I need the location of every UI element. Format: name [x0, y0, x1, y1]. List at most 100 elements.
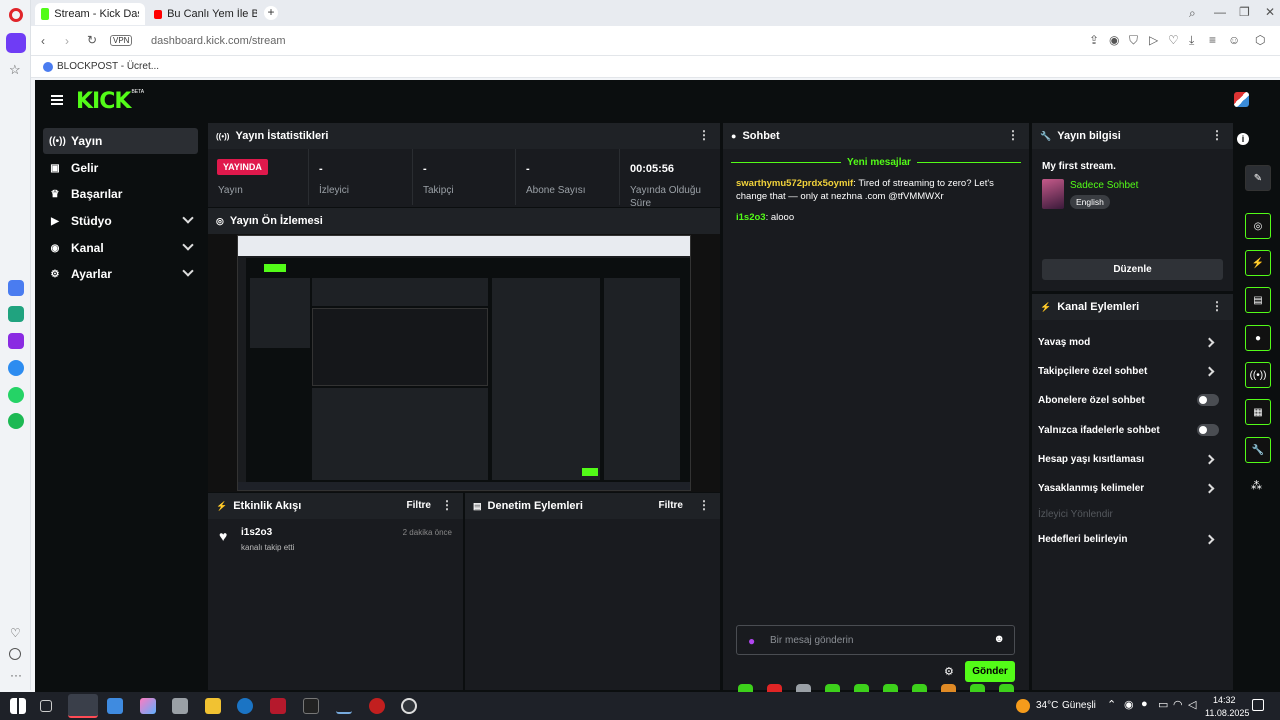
url-field[interactable]: dashboard.kick.com/stream	[151, 35, 286, 47]
sidebar-item-basarilar[interactable]: ♛ Başarılar	[43, 181, 198, 207]
emoji-icon[interactable]: ☻	[993, 633, 1005, 645]
share-icon[interactable]: ⇪	[1089, 34, 1099, 46]
obs-icon[interactable]	[401, 698, 417, 714]
stream-info-toggle-button[interactable]: 🔧	[1245, 437, 1271, 463]
chat-username[interactable]: swarthymu572prdx5oymif	[736, 178, 853, 189]
action-goals[interactable]: Hedefleri belirleyin	[1038, 527, 1223, 551]
tray-mic-icon[interactable]: ●	[1141, 698, 1148, 710]
weather-icon[interactable]	[1016, 699, 1030, 713]
menu-icon[interactable]: ≡	[1209, 34, 1216, 46]
opera-logo-icon[interactable]	[9, 8, 23, 22]
new-tab-button[interactable]: +	[264, 6, 278, 20]
action-emote-only[interactable]: Yalnızca ifadelerle sohbet	[1038, 418, 1223, 442]
weather-temp[interactable]: 34°C	[1036, 700, 1058, 711]
reload-icon[interactable]: ↻	[87, 34, 97, 46]
tray-chevron-icon[interactable]: ⌃	[1107, 698, 1116, 711]
app-icon[interactable]	[369, 698, 385, 714]
app-icon[interactable]	[172, 698, 188, 714]
profile-icon[interactable]: ☺	[1228, 34, 1240, 46]
steam-icon[interactable]	[237, 698, 253, 714]
workspace-icon[interactable]	[6, 33, 26, 53]
whatsapp-icon[interactable]	[8, 387, 24, 403]
actions-toggle-button[interactable]: ▦	[1245, 399, 1271, 425]
sidebar-item-ayarlar[interactable]: ⚙ Ayarlar	[43, 261, 198, 287]
edit-layout-button[interactable]: ✎	[1245, 165, 1271, 191]
messenger-icon[interactable]	[8, 360, 24, 376]
action-followers-only[interactable]: Takipçilere özel sohbet	[1038, 359, 1223, 383]
category-name[interactable]: Sadece Sohbet	[1070, 180, 1138, 191]
sidebar-item-yayin[interactable]: ((•)) Yayın	[43, 128, 198, 154]
tray-camera-icon[interactable]: ◉	[1124, 698, 1134, 711]
sidebar-item-studyo[interactable]: ▶ Stüdyo	[43, 208, 198, 234]
play-icon[interactable]: ▷	[1149, 34, 1158, 46]
opera-taskbar-icon[interactable]	[68, 694, 98, 718]
share-nodes-icon[interactable]: ⁂	[1251, 479, 1262, 492]
more-options-icon[interactable]: ⋮	[698, 129, 710, 141]
tray-volume-icon[interactable]: ◁	[1188, 698, 1196, 711]
activity-user[interactable]: i1s2o3	[241, 527, 272, 538]
more-icon[interactable]: ···	[10, 668, 22, 682]
chat-settings-icon[interactable]: ⚙	[944, 665, 954, 678]
microphone-icon[interactable]: ●	[748, 634, 755, 648]
vpn-badge[interactable]: VPN	[110, 35, 133, 46]
more-options-icon[interactable]: ⋮	[1211, 300, 1223, 312]
forward-icon[interactable]: ›	[65, 35, 69, 47]
notifications-icon[interactable]	[1252, 699, 1264, 711]
cs-app-icon[interactable]	[8, 333, 24, 349]
clock-time[interactable]: 14:32	[1213, 695, 1236, 705]
sidebar-item-kanal[interactable]: ◉ Kanal	[43, 235, 198, 261]
close-window-icon[interactable]: ✕	[1265, 6, 1275, 18]
epic-games-icon[interactable]	[303, 698, 319, 714]
send-button[interactable]: Gönder	[965, 661, 1015, 682]
weather-text[interactable]: Güneşli	[1062, 700, 1096, 711]
windows-start-icon[interactable]	[10, 698, 26, 714]
extensions-icon[interactable]: ⬡	[1255, 34, 1265, 46]
tab-kick-dashboard[interactable]: Stream - Kick Dashboard	[35, 3, 145, 25]
bookmark-item[interactable]: BLOCKPOST - Ücret...	[43, 61, 159, 72]
tab-youtube-video[interactable]: Bu Canlı Yem İle Balık Tutu	[148, 3, 263, 25]
edit-button[interactable]: Düzenle	[1042, 259, 1223, 280]
restore-icon[interactable]: ❐	[1239, 6, 1250, 18]
app-store-icon[interactable]	[8, 280, 24, 296]
riot-icon[interactable]	[270, 698, 286, 714]
task-view-icon[interactable]	[40, 700, 52, 712]
tray-network-icon[interactable]: ▭	[1158, 698, 1168, 711]
star-icon[interactable]: ☆	[9, 62, 21, 78]
minimize-icon[interactable]: —	[1214, 6, 1226, 18]
toggle-switch[interactable]	[1197, 394, 1219, 406]
more-options-icon[interactable]: ⋮	[1007, 129, 1019, 141]
more-options-icon[interactable]: ⋮	[1211, 129, 1223, 141]
store-icon[interactable]	[107, 698, 123, 714]
chat-toggle-button[interactable]: ●	[1245, 325, 1271, 351]
more-options-icon[interactable]: ⋮	[441, 499, 453, 511]
history-icon[interactable]	[9, 648, 21, 660]
shield-icon[interactable]: ⛉	[1129, 34, 1138, 46]
spotify-icon[interactable]	[8, 413, 24, 429]
chat-input[interactable]: ● Bir mesaj gönderin ☻	[736, 625, 1015, 655]
heart-icon[interactable]: ♡	[10, 626, 21, 640]
action-slow-mode[interactable]: Yavaş mod	[1038, 330, 1223, 354]
search-tabs-icon[interactable]: ⌕	[1189, 7, 1196, 19]
chat-username[interactable]: i1s2o3	[736, 212, 766, 223]
tray-wifi-icon[interactable]: ◠	[1173, 698, 1183, 711]
moderation-toggle-button[interactable]: ▤	[1245, 287, 1271, 313]
toggle-switch[interactable]	[1197, 424, 1219, 436]
clock-date[interactable]: 11.08.2025	[1205, 708, 1249, 718]
filter-button[interactable]: Filtre	[407, 500, 431, 511]
category-thumbnail[interactable]	[1042, 179, 1064, 209]
action-banned-words[interactable]: Yasaklanmış kelimeler	[1038, 476, 1223, 500]
filter-button[interactable]: Filtre	[659, 500, 683, 511]
copilot-icon[interactable]	[140, 698, 156, 714]
download-icon[interactable]: ⤓	[1189, 34, 1194, 46]
sidebar-item-gelir[interactable]: ▣ Gelir	[43, 155, 198, 181]
broadcast-toggle-button[interactable]: ((•))	[1245, 362, 1271, 388]
action-subscribers-only[interactable]: Abonelere özel sohbet	[1038, 388, 1223, 412]
camera-icon[interactable]: ◉	[1109, 34, 1119, 46]
stream-preview-video[interactable]	[237, 235, 691, 491]
back-icon[interactable]: ‹	[41, 35, 45, 47]
user-avatar[interactable]	[1234, 92, 1249, 107]
more-options-icon[interactable]: ⋮	[698, 499, 710, 511]
info-icon[interactable]: i	[1237, 133, 1249, 145]
app-icon[interactable]	[336, 698, 352, 714]
heart-icon[interactable]: ♡	[1168, 34, 1179, 46]
